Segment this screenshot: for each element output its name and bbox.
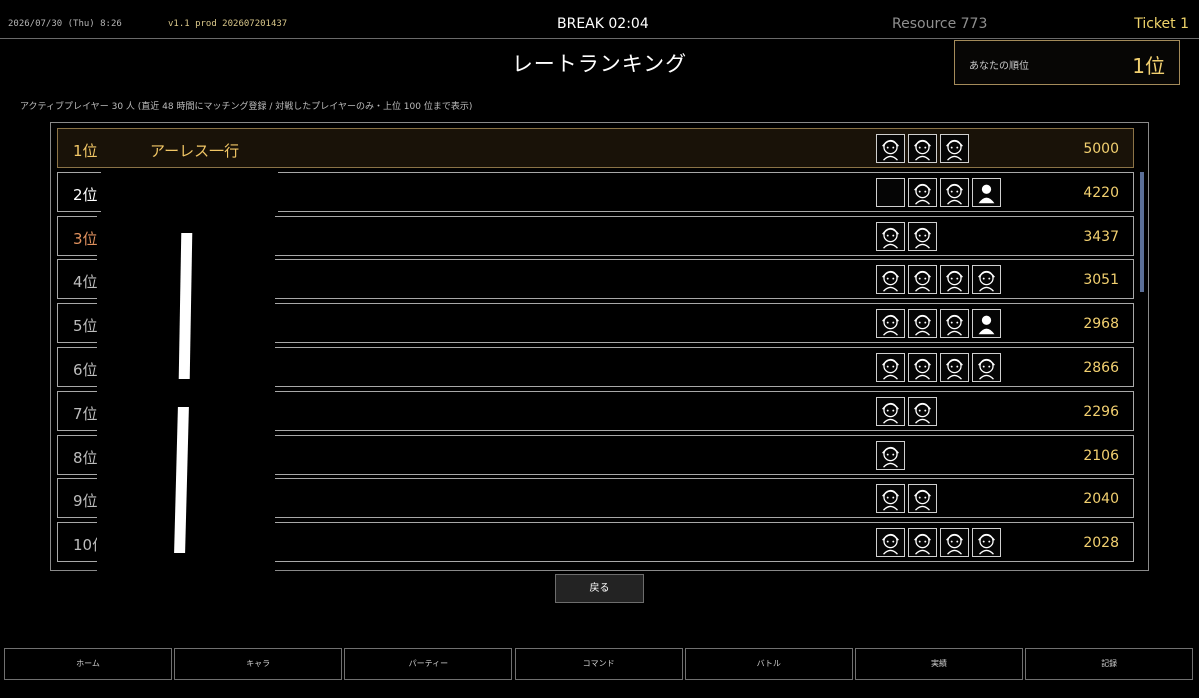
girl-icon [876, 396, 905, 426]
girl-icon [876, 265, 905, 295]
party-icons [876, 353, 1001, 382]
redaction-stroke [174, 407, 189, 553]
my-rank-panel: あなたの順位 1位 [954, 40, 1180, 85]
redaction-stroke [178, 233, 193, 379]
nav-characters-button[interactable]: キャラ [174, 648, 343, 680]
rating-score: 3437 [1083, 228, 1119, 245]
break-timer: BREAK 02:04 [557, 16, 649, 32]
bottom-nav: ホーム キャラ パーティー コマンド バトル 実績 記録 [0, 647, 1199, 698]
girl-icon [908, 396, 937, 426]
party-icons [876, 396, 937, 426]
active-players-note: アクティブプレイヤー 30 人 (直近 48 時間にマッチング登録 / 対戦した… [20, 102, 473, 112]
rating-score: 2106 [1083, 447, 1119, 464]
top-bar: 2026/07/30 (Thu) 8:26 v1.1 prod 20260720… [0, 0, 1199, 39]
rank-label: 5位 [73, 317, 98, 336]
catgirl-icon [908, 265, 937, 295]
rating-score: 2040 [1083, 491, 1119, 508]
party-icons [876, 221, 937, 251]
sparkle-icon [972, 528, 1001, 558]
witch-icon [940, 309, 969, 339]
rank-label: 7位 [73, 404, 98, 423]
witch-icon [876, 221, 905, 251]
rank-label: 8位 [73, 448, 98, 467]
party-icons [876, 440, 905, 470]
rank-label: 1位 [73, 142, 98, 160]
girl-icon [940, 177, 969, 207]
rating-score: 2968 [1083, 316, 1119, 333]
back-button[interactable]: 戻る [555, 574, 644, 603]
rating-score: 2296 [1083, 403, 1119, 420]
boy-icon [908, 484, 937, 514]
party-icons [876, 309, 1001, 339]
nav-party-button[interactable]: パーティー [344, 648, 513, 680]
silhouette-icon [972, 177, 1001, 207]
rating-score: 2866 [1083, 360, 1119, 376]
staff-icon [876, 440, 905, 470]
blank-icon [876, 177, 905, 207]
girl-icon [908, 309, 937, 339]
party-icons [876, 134, 969, 163]
party-icons [876, 528, 1001, 558]
rank-label: 3位 [73, 229, 98, 248]
girl-icon [908, 221, 937, 251]
girl-icon [972, 265, 1001, 295]
girl-icon [876, 353, 905, 382]
party-icons [876, 177, 1001, 207]
datetime: 2026/07/30 (Thu) 8:26 [8, 19, 122, 29]
girl-icon [940, 265, 969, 295]
girl-icon [940, 353, 969, 382]
rank-label: 2位 [73, 185, 98, 204]
cat-icon [876, 484, 905, 514]
redaction-block [101, 172, 278, 212]
rank-label: 9位 [73, 492, 98, 511]
mage-icon [940, 134, 969, 163]
party-icons [876, 484, 937, 514]
resource-counter: Resource 773 [892, 16, 988, 32]
ticket-counter: Ticket 1 [1134, 16, 1189, 32]
party-icons [876, 265, 1001, 295]
nav-records-button[interactable]: 記録 [1025, 648, 1194, 680]
rating-score: 5000 [1083, 141, 1119, 157]
girl-icon [972, 353, 1001, 382]
rating-score: 3051 [1083, 272, 1119, 289]
ranking-row[interactable]: 1位 アーレス一行 5000 [57, 128, 1134, 168]
rank-label: 6位 [73, 361, 98, 379]
version-label: v1.1 prod 202607201437 [168, 19, 288, 29]
rank-label: 4位 [73, 273, 98, 292]
elf-icon [876, 309, 905, 339]
nav-achievements-button[interactable]: 実績 [855, 648, 1023, 680]
my-rank-label: あなたの順位 [969, 61, 1029, 72]
nav-home-button[interactable]: ホーム [4, 648, 172, 680]
girl-icon [908, 528, 937, 558]
scrollbar[interactable] [1140, 172, 1144, 292]
rating-score: 4220 [1083, 184, 1119, 201]
my-rank-value: 1位 [1132, 54, 1165, 78]
rating-score: 2028 [1083, 535, 1119, 552]
player-name: アーレス一行 [150, 142, 240, 160]
girl-icon [908, 134, 937, 163]
mage-icon [876, 528, 905, 558]
knight-icon [876, 134, 905, 163]
nav-commands-button[interactable]: コマンド [514, 648, 683, 680]
map-icon [940, 528, 969, 558]
redaction-overlay [97, 212, 275, 574]
girl-icon [908, 353, 937, 382]
nav-battle-button[interactable]: バトル [684, 648, 853, 680]
girl-icon [908, 177, 937, 207]
silhouette-icon [972, 309, 1001, 339]
